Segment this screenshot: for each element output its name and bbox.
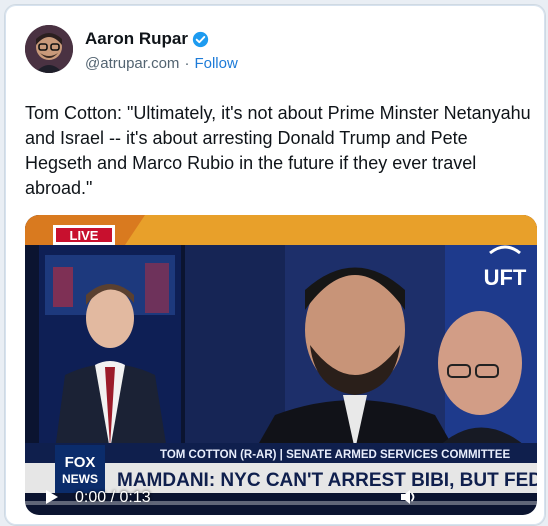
post-card: Aaron Rupar @atrupar.com · Follow Tom Co… bbox=[4, 4, 546, 526]
separator-dot: · bbox=[184, 55, 190, 72]
verified-badge-icon bbox=[192, 31, 209, 47]
follow-button[interactable]: Follow bbox=[194, 55, 237, 72]
video-controls: 0:00 / 0:13 bbox=[25, 465, 537, 506]
lower-third-text: TOM COTTON (R-AR) | SENATE ARMED SERVICE… bbox=[160, 449, 510, 461]
handle-row: @atrupar.com · Follow bbox=[85, 55, 238, 72]
name-row: Aaron Rupar bbox=[85, 29, 209, 49]
avatar[interactable] bbox=[25, 25, 73, 73]
uft-logo: UFT bbox=[484, 265, 527, 290]
video-player[interactable]: LIVE UFT TOM COTTON (R-AR) | SENATE ARME… bbox=[25, 215, 537, 515]
author-handle[interactable]: @atrupar.com bbox=[85, 55, 179, 72]
author-name[interactable]: Aaron Rupar bbox=[85, 29, 188, 49]
progress-bar[interactable] bbox=[25, 501, 537, 505]
live-label: LIVE bbox=[70, 228, 99, 243]
tweet-text: Tom Cotton: "Ultimately, it's not about … bbox=[25, 103, 536, 198]
post-header: Aaron Rupar @atrupar.com · Follow bbox=[25, 19, 525, 73]
